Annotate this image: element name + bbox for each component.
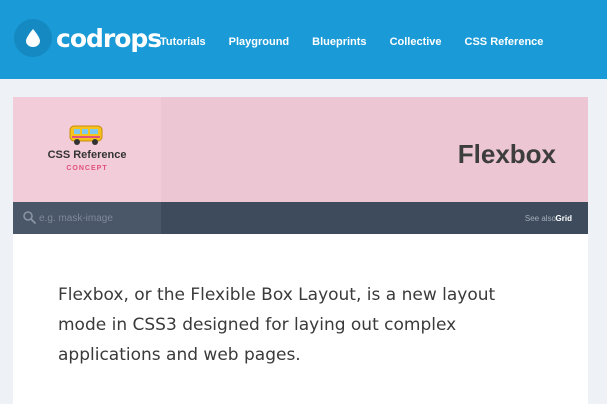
nav-playground[interactable]: Playground <box>229 36 290 48</box>
drop-icon <box>26 29 40 47</box>
reference-badge[interactable]: CSS Reference CONCEPT <box>13 97 161 202</box>
site-header: codrops Tutorials Playground Blueprints … <box>0 0 607 79</box>
search-box <box>13 202 161 234</box>
search-icon <box>23 211 36 224</box>
page-title: Flexbox <box>457 139 556 169</box>
nav-blueprints[interactable]: Blueprints <box>312 36 366 48</box>
nav-css-reference[interactable]: CSS Reference <box>465 36 544 48</box>
reference-section-tag: CONCEPT <box>66 165 108 172</box>
bus-icon <box>69 125 103 145</box>
reference-section-title: CSS Reference <box>47 149 127 161</box>
search-bar: See also Grid <box>13 202 588 234</box>
nav-collective[interactable]: Collective <box>390 36 442 48</box>
search-input[interactable] <box>39 210 155 226</box>
article-card: CSS Reference CONCEPT Flexbox See also G… <box>13 97 588 404</box>
site-logo[interactable]: codrops <box>14 19 162 57</box>
logo-text: codrops <box>56 23 162 53</box>
nav-tutorials[interactable]: Tutorials <box>160 36 206 48</box>
see-also-link-grid[interactable]: Grid <box>556 214 572 223</box>
intro-paragraph: Flexbox, or the Flexible Box Layout, is … <box>58 285 496 365</box>
main-nav: Tutorials Playground Blueprints Collecti… <box>160 36 566 48</box>
hero-banner: CSS Reference CONCEPT Flexbox <box>13 97 588 202</box>
logo-badge <box>14 19 52 57</box>
see-also-label: See also <box>524 214 556 223</box>
